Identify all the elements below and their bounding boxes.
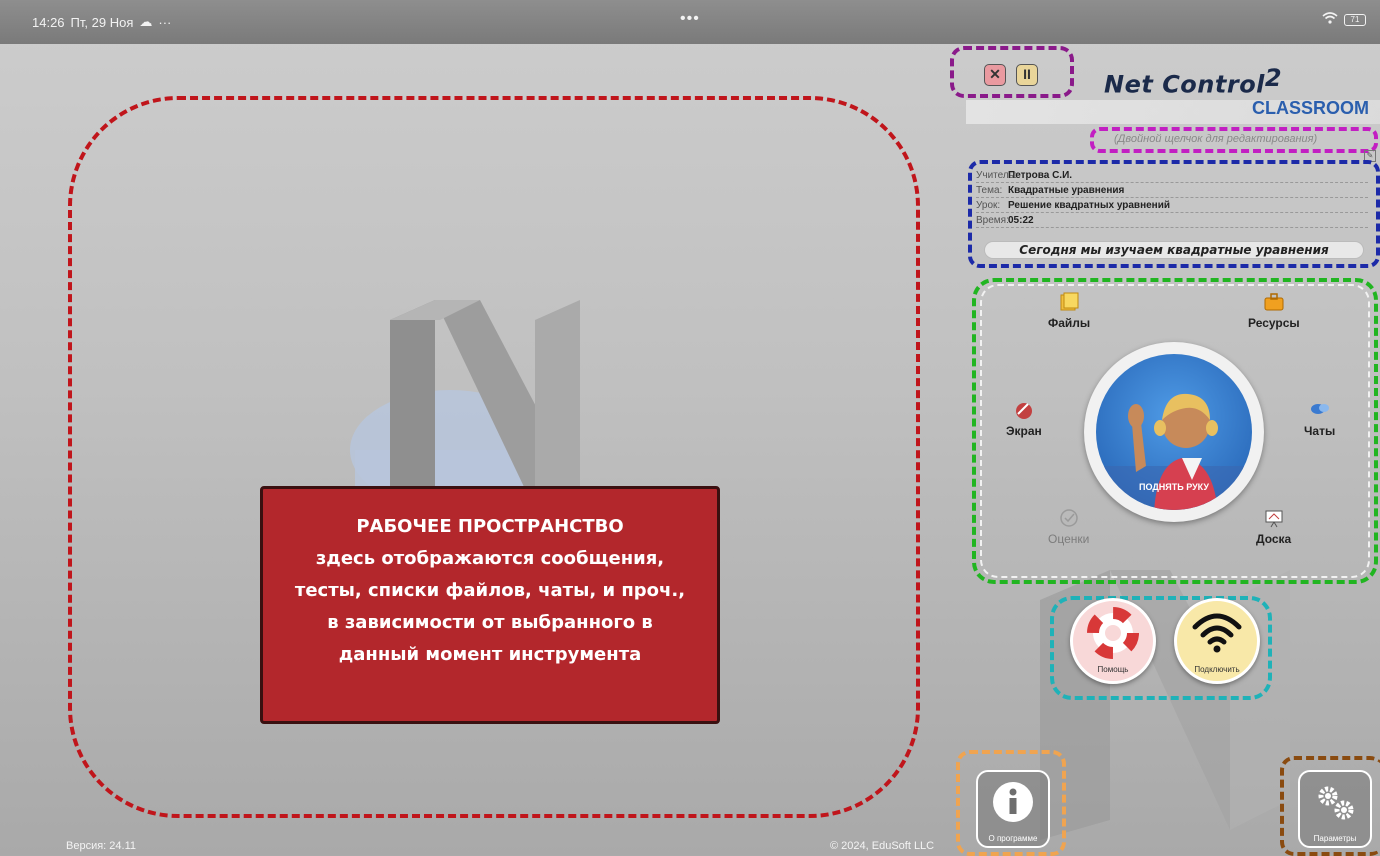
lifebuoy-icon xyxy=(1087,607,1139,659)
gears-icon xyxy=(1318,786,1354,820)
grades-check-icon xyxy=(1059,509,1078,527)
topic-key: Тема: xyxy=(976,185,1003,196)
brand-name: Net Control xyxy=(1104,70,1265,99)
status-more: ··· xyxy=(158,14,172,30)
files-icon xyxy=(1060,292,1079,311)
workspace-line-1: РАБОЧЕЕ ПРОСТРАНСТВО xyxy=(356,516,624,537)
lesson-key: Урок: xyxy=(976,200,1001,211)
copyright-label: © 2024, EduSoft LLC xyxy=(830,840,935,852)
battery-icon: 71 xyxy=(1344,13,1366,26)
info-row-lesson: Урок: Решение квадратных уравнений xyxy=(976,200,1368,213)
close-button[interactable]: ✕ xyxy=(984,64,1006,86)
version-label: Версия: 24.11 xyxy=(66,840,136,852)
lesson-value: Решение квадратных уравнений xyxy=(1008,200,1171,211)
cloud-icon: ☁ xyxy=(139,14,153,29)
screen-icon xyxy=(1015,403,1032,419)
about-button[interactable]: О программе xyxy=(976,770,1050,848)
help-button[interactable]: Помощь xyxy=(1070,598,1156,684)
brand-logo: Net Control2 xyxy=(1104,64,1282,98)
tool-chats[interactable]: Чаты xyxy=(1304,400,1335,438)
lesson-message: Сегодня мы изучаем квадратные уравнения xyxy=(984,241,1364,259)
window-control-group: ✕ II xyxy=(950,46,1074,98)
tool-grades[interactable]: Оценки xyxy=(1048,508,1089,546)
status-left: 14:26 Пт, 29 Ноя ☁ ··· xyxy=(32,14,171,30)
wifi-icon xyxy=(1192,613,1242,653)
tool-board-label: Доска xyxy=(1256,532,1292,546)
pause-button[interactable]: II xyxy=(1016,64,1038,86)
topic-value: Квадратные уравнения xyxy=(1008,185,1125,196)
tool-resources[interactable]: Ресурсы xyxy=(1248,292,1300,330)
raise-hand-button[interactable]: ПОДНЯТЬ РУКУ xyxy=(1084,342,1264,522)
status-right: 71 xyxy=(1322,12,1366,27)
connect-label: Подключить xyxy=(1194,665,1240,674)
settings-button[interactable]: Параметры xyxy=(1298,770,1372,848)
tool-files-label: Файлы xyxy=(1048,316,1091,330)
tool-chats-label: Чаты xyxy=(1304,424,1336,438)
raise-hand-face: ПОДНЯТЬ РУКУ xyxy=(1096,354,1252,510)
help-label: Помощь xyxy=(1097,665,1129,674)
status-bar: 14:26 Пт, 29 Ноя ☁ ··· ••• 71 xyxy=(0,0,1380,44)
tool-screen-label: Экран xyxy=(1006,424,1042,438)
about-label: О программе xyxy=(988,834,1038,843)
workspace-info-card: РАБОЧЕЕ ПРОСТРАНСТВО здесь отображаются … xyxy=(260,486,720,724)
tool-grades-label: Оценки xyxy=(1048,532,1090,546)
workspace-line-4: в зависимости от выбранного в xyxy=(327,612,653,633)
raise-hand-label: ПОДНЯТЬ РУКУ xyxy=(1139,482,1209,492)
status-time: 14:26 xyxy=(32,14,65,30)
tool-files[interactable]: Файлы xyxy=(1048,292,1090,330)
info-row-teacher: Учитель:Петрова С.И. xyxy=(976,170,1368,183)
tool-board[interactable]: Доска xyxy=(1256,508,1291,546)
info-row-time: Время:05:22 xyxy=(976,215,1368,228)
whiteboard-icon xyxy=(1265,510,1283,528)
edit-hint-text: (Двойной щелчок для редактирования) xyxy=(1114,133,1318,145)
briefcase-icon xyxy=(1264,293,1284,311)
tool-resources-label: Ресурсы xyxy=(1248,316,1300,330)
time-key: Время: xyxy=(976,215,1009,226)
status-center-dots: ••• xyxy=(680,10,700,27)
brand-subtitle: CLASSROOM xyxy=(1252,98,1369,118)
connect-button[interactable]: Подключить xyxy=(1174,598,1260,684)
wifi-status-icon xyxy=(1322,12,1338,27)
workspace-line-5: данный момент инструмента xyxy=(338,644,642,665)
info-icon xyxy=(993,782,1033,822)
chat-icon xyxy=(1310,404,1329,414)
brand-version: 2 xyxy=(1264,64,1283,92)
status-date: Пт, 29 Ноя xyxy=(70,14,134,30)
teacher-key: Учитель: xyxy=(976,170,1017,181)
workspace-line-3: тесты, списки файлов, чаты, и проч., xyxy=(294,580,686,601)
time-value: 05:22 xyxy=(1008,215,1034,226)
settings-label: Параметры xyxy=(1313,834,1357,843)
teacher-value: Петрова С.И. xyxy=(1008,170,1073,181)
tool-screen[interactable]: Экран xyxy=(1006,400,1042,438)
info-row-topic: Тема: Квадратные уравнения xyxy=(976,185,1368,198)
workspace-line-2: здесь отображаются сообщения, xyxy=(315,548,665,569)
